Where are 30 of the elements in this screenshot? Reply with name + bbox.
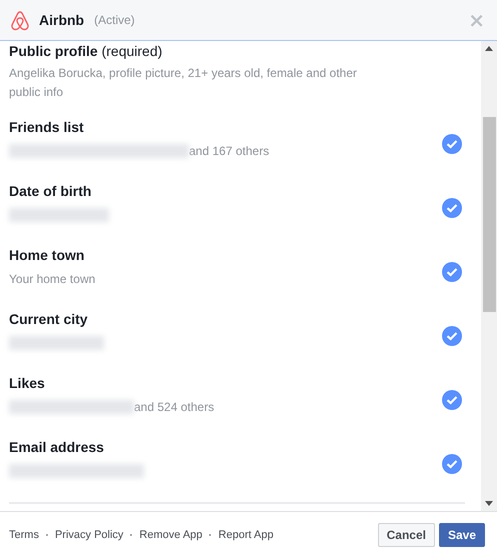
permission-detail: Angelika Borucka, profile picture, 21+ years old, female and other public info (9, 65, 358, 101)
scroll-down-icon[interactable] (485, 501, 493, 506)
app-logo-icon (10, 9, 30, 31)
check-icon[interactable] (442, 390, 462, 410)
check-icon[interactable] (442, 134, 462, 154)
permission-title: Email address (9, 439, 105, 455)
footer-link[interactable]: Terms (9, 528, 39, 540)
scrollbar-thumb[interactable] (482, 117, 496, 312)
permission-title: Current city (9, 311, 89, 327)
save-button[interactable]: Save (438, 522, 485, 546)
scroll-up-icon[interactable] (485, 46, 493, 51)
permission-title: Date of birth (9, 183, 92, 199)
check-icon[interactable] (442, 454, 462, 474)
footer-link[interactable]: Remove App (139, 528, 202, 540)
permission-detail: Your home town (9, 272, 96, 286)
footer-link[interactable]: Privacy Policy (54, 528, 124, 540)
permission-title: Public profile (required) (9, 43, 164, 59)
cancel-button[interactable]: Cancel (378, 522, 435, 546)
check-icon[interactable] (442, 262, 462, 282)
check-icon[interactable] (442, 326, 462, 346)
app-name: Airbnb (39, 12, 84, 28)
footer-link[interactable]: Report App (218, 528, 274, 540)
permission-title: Home town (9, 247, 86, 263)
permission-detail: and 167 others (189, 144, 270, 158)
permission-detail: and 524 others (134, 400, 214, 414)
scrollbar[interactable] (481, 41, 497, 511)
app-status: (Active) (94, 13, 135, 27)
permission-title: Friends list (9, 119, 85, 135)
check-icon[interactable] (442, 198, 462, 218)
permission-title: Likes (9, 375, 46, 391)
